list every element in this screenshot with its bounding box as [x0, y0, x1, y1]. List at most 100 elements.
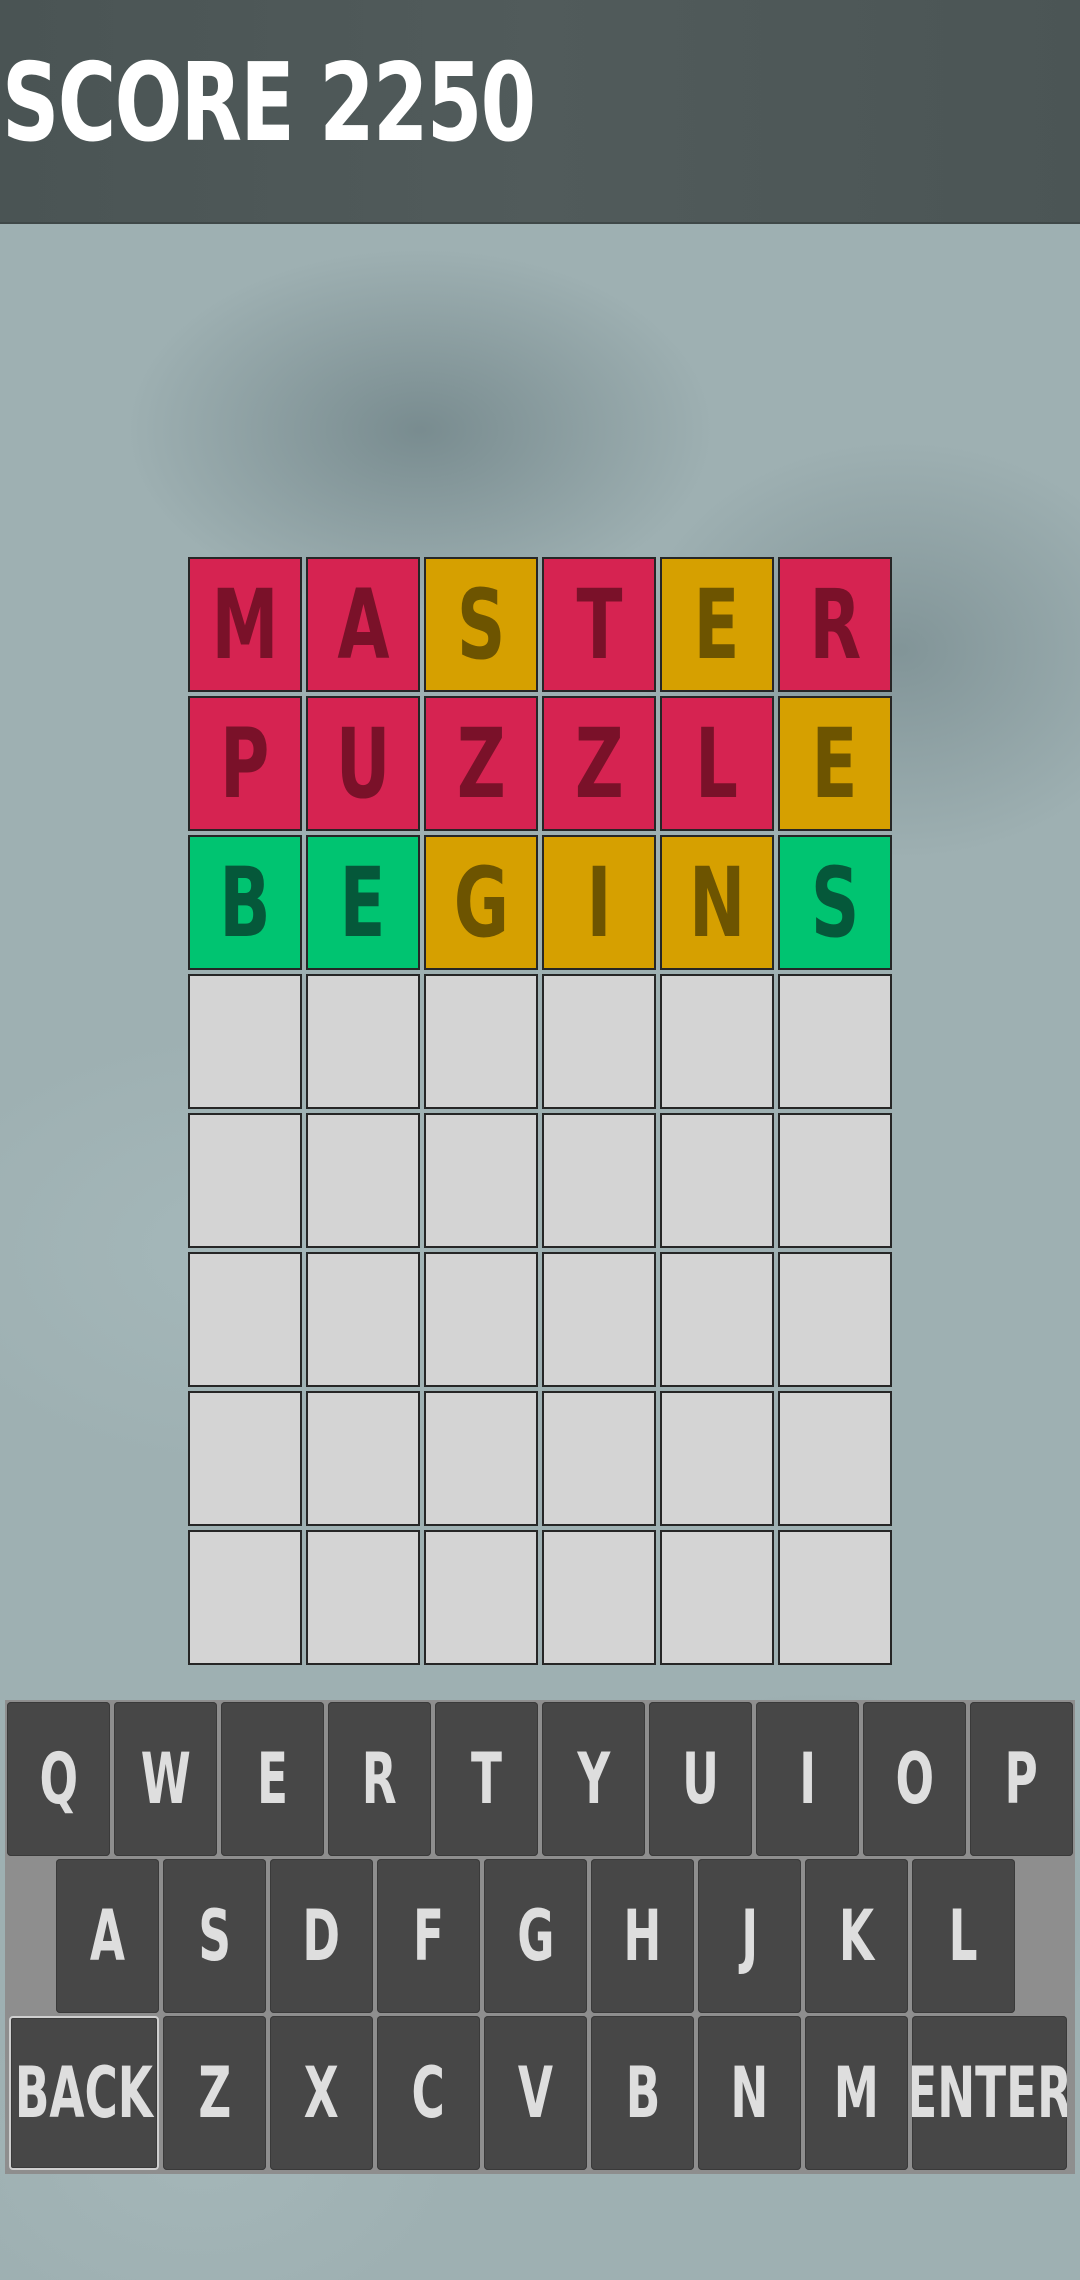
key-n[interactable]: N [698, 2016, 801, 2170]
board-tile [188, 1391, 302, 1526]
tile-letter: N [688, 846, 746, 959]
board-tile [424, 974, 538, 1109]
key-d[interactable]: D [270, 1859, 373, 2013]
score-header: SCORE 2250 [0, 0, 1080, 224]
key-l[interactable]: L [912, 1859, 1015, 2013]
key-label: Y [577, 1738, 610, 1820]
board-tile: U [306, 696, 420, 831]
on-screen-keyboard: Q W E R T Y U I O P A S D F G H J K L BACK Z X C V B N M ENTER [5, 1700, 1075, 2174]
tile-letter: B [219, 846, 271, 959]
key-label: Q [39, 1738, 78, 1820]
tile-letter: U [335, 707, 391, 820]
key-label: H [623, 1895, 662, 1977]
board-tile: A [306, 557, 420, 692]
board-tile: S [778, 835, 892, 970]
board-tile [306, 974, 420, 1109]
board-tile [660, 1530, 774, 1665]
key-label: A [89, 1895, 126, 1977]
key-label: D [302, 1895, 341, 1977]
key-v[interactable]: V [484, 2016, 587, 2170]
board-tile: I [542, 835, 656, 970]
key-b[interactable]: B [591, 2016, 694, 2170]
key-label: I [799, 1738, 816, 1820]
key-s[interactable]: S [163, 1859, 266, 2013]
backspace-key[interactable]: BACK [9, 2016, 159, 2170]
key-label: M [833, 2052, 880, 2134]
key-label: L [949, 1895, 978, 1977]
key-a[interactable]: A [56, 1859, 159, 2013]
key-f[interactable]: F [377, 1859, 480, 2013]
key-label: BACK [14, 2052, 154, 2134]
key-r[interactable]: R [328, 1702, 431, 1856]
tile-letter: S [810, 846, 860, 959]
key-label: ENTER [912, 2052, 1067, 2134]
board-tile [660, 974, 774, 1109]
board-tile: T [542, 557, 656, 692]
board-tile [660, 1391, 774, 1526]
key-z[interactable]: Z [163, 2016, 266, 2170]
key-i[interactable]: I [756, 1702, 859, 1856]
board-tile: L [660, 696, 774, 831]
board-tile [188, 974, 302, 1109]
board-tile: G [424, 835, 538, 970]
board-tile: R [778, 557, 892, 692]
board-tile [306, 1252, 420, 1387]
board-tile [424, 1252, 538, 1387]
key-q[interactable]: Q [7, 1702, 110, 1856]
key-x[interactable]: X [270, 2016, 373, 2170]
key-k[interactable]: K [805, 1859, 908, 2013]
key-o[interactable]: O [863, 1702, 966, 1856]
tile-letter: T [576, 568, 622, 681]
board-tile [542, 1113, 656, 1248]
board-tile [188, 1252, 302, 1387]
board-tile: P [188, 696, 302, 831]
key-label: W [140, 1738, 191, 1820]
key-label: S [198, 1895, 231, 1977]
key-j[interactable]: J [698, 1859, 801, 2013]
key-label: R [362, 1738, 397, 1820]
board-tile [306, 1391, 420, 1526]
key-label: F [412, 1895, 444, 1977]
key-p[interactable]: P [970, 1702, 1073, 1856]
tile-letter: E [693, 568, 741, 681]
board-tile: M [188, 557, 302, 692]
key-label: Z [198, 2052, 231, 2134]
key-w[interactable]: W [114, 1702, 217, 1856]
score-label: SCORE 2250 [2, 41, 536, 166]
board-tile: E [778, 696, 892, 831]
key-g[interactable]: G [484, 1859, 587, 2013]
tile-letter: P [220, 707, 270, 820]
board-tile: Z [542, 696, 656, 831]
tile-letter: M [211, 568, 279, 681]
board-tile [660, 1113, 774, 1248]
board-tile [306, 1530, 420, 1665]
key-label: U [682, 1738, 719, 1820]
tile-letter: Z [456, 707, 506, 820]
tile-letter: E [811, 707, 859, 820]
key-e[interactable]: E [221, 1702, 324, 1856]
board-tile [660, 1252, 774, 1387]
tile-letter: Z [574, 707, 624, 820]
board-tile [424, 1391, 538, 1526]
board-tile [424, 1113, 538, 1248]
key-y[interactable]: Y [542, 1702, 645, 1856]
tile-letter: I [586, 846, 612, 959]
key-m[interactable]: M [805, 2016, 908, 2170]
board-tile [306, 1113, 420, 1248]
key-c[interactable]: C [377, 2016, 480, 2170]
tile-letter: A [336, 568, 390, 681]
board-tile: B [188, 835, 302, 970]
key-label: N [730, 2052, 769, 2134]
key-label: P [1004, 1738, 1039, 1820]
board-tile [778, 974, 892, 1109]
tile-letter: R [809, 568, 861, 681]
key-u[interactable]: U [649, 1702, 752, 1856]
board-tile [542, 1391, 656, 1526]
board-tile: E [306, 835, 420, 970]
key-h[interactable]: H [591, 1859, 694, 2013]
key-label: K [838, 1895, 875, 1977]
board-tile [778, 1113, 892, 1248]
enter-key[interactable]: ENTER [912, 2016, 1067, 2170]
board-tile [542, 1530, 656, 1665]
key-t[interactable]: T [435, 1702, 538, 1856]
